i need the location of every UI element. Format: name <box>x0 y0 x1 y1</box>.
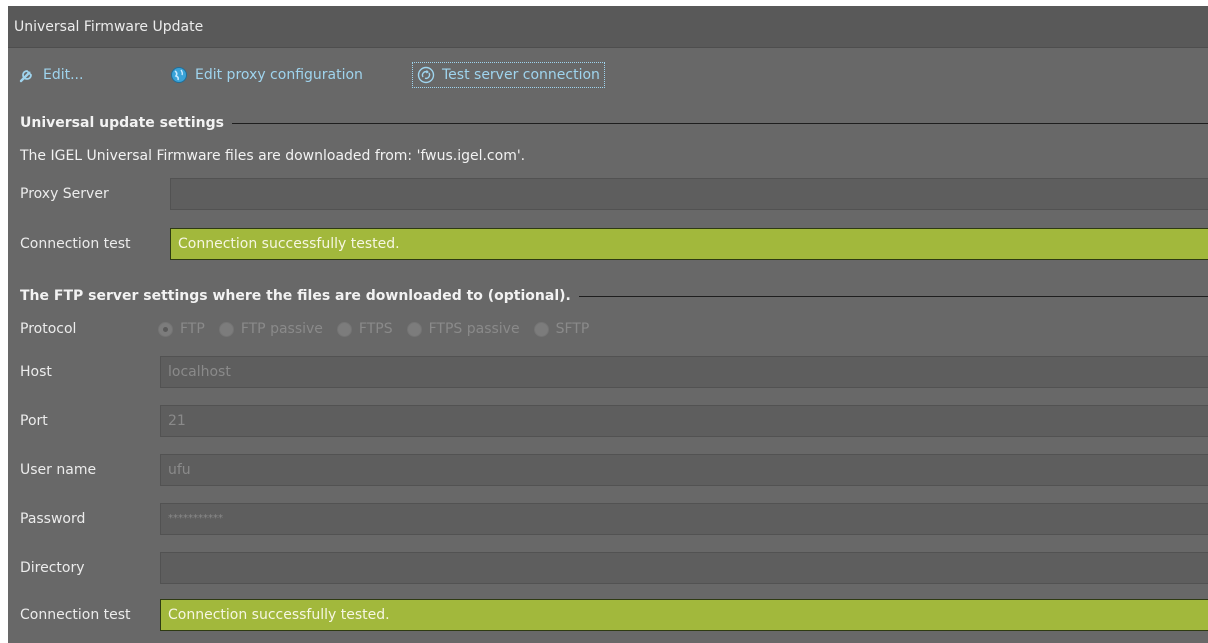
globe-icon <box>170 66 188 84</box>
universal-info-text: The IGEL Universal Firmware files are do… <box>20 148 526 164</box>
protocol-radio-ftp[interactable]: FTP <box>158 321 205 337</box>
protocol-label: Protocol <box>20 321 77 337</box>
password-field[interactable]: *********** <box>160 503 1208 535</box>
universal-connection-test-status: Connection successfully tested. <box>170 228 1208 260</box>
protocol-option-label: FTPS <box>358 321 393 337</box>
edit-button-label: Edit... <box>43 67 84 83</box>
ftp-settings-title: The FTP server settings where the files … <box>20 288 571 304</box>
directory-field[interactable] <box>160 552 1208 584</box>
proxy-server-label: Proxy Server <box>20 186 109 202</box>
section-divider <box>578 295 1208 297</box>
toolbar: Edit... Edit proxy configuration Test se… <box>8 61 1208 89</box>
radio-unselected-icon <box>336 321 352 337</box>
protocol-radio-ftp-passive[interactable]: FTP passive <box>218 321 323 337</box>
password-label: Password <box>20 511 86 527</box>
port-field[interactable]: 21 <box>160 405 1208 437</box>
ftp-connection-test-label: Connection test <box>20 607 131 623</box>
protocol-radio-ftps[interactable]: FTPS <box>336 321 393 337</box>
radio-unselected-icon <box>218 321 234 337</box>
protocol-option-label: FTP passive <box>240 321 323 337</box>
section-divider <box>231 122 1208 124</box>
edit-button[interactable]: Edit... <box>18 61 83 89</box>
proxy-server-field[interactable] <box>170 178 1208 210</box>
host-label: Host <box>20 364 52 380</box>
protocol-radio-ftps-passive[interactable]: FTPS passive <box>406 321 520 337</box>
host-field[interactable]: localhost <box>160 356 1208 388</box>
test-server-connection-label: Test server connection <box>442 67 600 83</box>
protocol-radio-sftp[interactable]: SFTP <box>533 321 590 337</box>
protocol-option-label: SFTP <box>555 321 590 337</box>
universal-update-settings-header: Universal update settings <box>20 115 1208 131</box>
radio-selected-icon <box>158 321 173 337</box>
user-name-label: User name <box>20 462 97 478</box>
edit-proxy-configuration-label: Edit proxy configuration <box>195 67 363 83</box>
radio-unselected-icon <box>533 321 549 337</box>
ftp-settings-header: The FTP server settings where the files … <box>20 288 1208 304</box>
directory-label: Directory <box>20 560 85 576</box>
port-label: Port <box>20 413 48 429</box>
radio-unselected-icon <box>406 321 422 337</box>
window-title: Universal Firmware Update <box>8 6 1208 48</box>
protocol-radio-group: FTP FTP passive FTPS FTPS passive SFTP <box>158 318 603 340</box>
universal-firmware-update-window: Universal Firmware Update Edit... Edit p… <box>8 6 1208 643</box>
protocol-option-label: FTP <box>180 321 205 337</box>
edit-proxy-configuration-button[interactable]: Edit proxy configuration <box>170 61 363 89</box>
wrench-icon <box>18 66 36 84</box>
universal-connection-test-label: Connection test <box>20 236 131 252</box>
ftp-connection-test-status: Connection successfully tested. <box>160 599 1208 631</box>
user-name-field[interactable]: ufu <box>160 454 1208 486</box>
protocol-option-label: FTPS passive <box>428 321 520 337</box>
test-server-connection-button[interactable]: Test server connection <box>412 62 605 88</box>
refresh-icon <box>417 66 435 84</box>
universal-update-settings-title: Universal update settings <box>20 115 224 131</box>
